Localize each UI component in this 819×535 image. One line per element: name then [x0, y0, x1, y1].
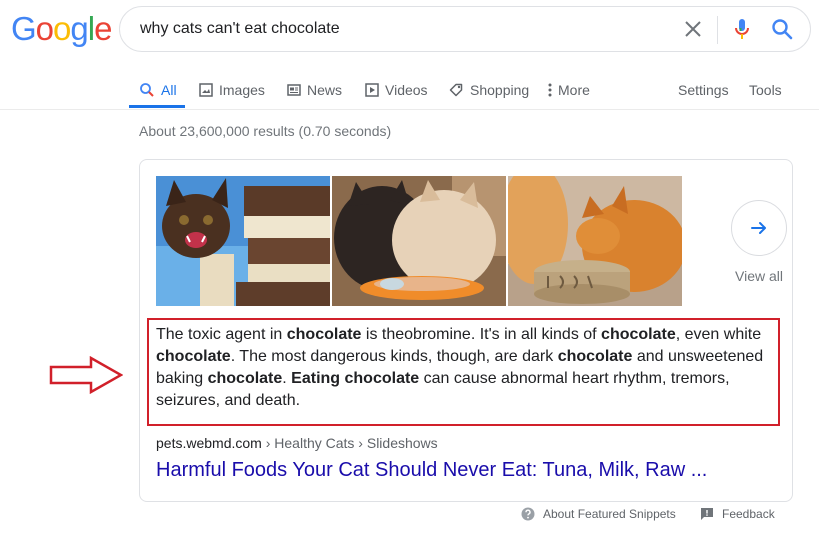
tab-label: Images: [219, 81, 265, 98]
tab-shopping[interactable]: Shopping: [449, 70, 529, 109]
tab-news[interactable]: News: [287, 70, 342, 109]
feedback-link[interactable]: Feedback: [700, 507, 775, 521]
tab-videos[interactable]: Videos: [365, 70, 428, 109]
logo-letter: o: [35, 10, 54, 47]
tools-link[interactable]: Tools: [749, 70, 782, 109]
snippet-text: The toxic agent in chocolate is theobrom…: [156, 324, 776, 412]
result-title-link[interactable]: Harmful Foods Your Cat Should Never Eat:…: [156, 457, 707, 483]
logo-letter: g: [70, 10, 88, 47]
view-all-button[interactable]: [731, 200, 787, 256]
search-icon: [140, 82, 154, 97]
snippet-segment: .: [282, 370, 292, 387]
search-divider: [717, 16, 718, 44]
snippet-keyword: chocolate: [601, 326, 676, 343]
snippet-segment: . The most dangerous kinds, though, are …: [230, 348, 558, 365]
tab-label: Videos: [385, 81, 428, 98]
snippet-segment: is theobromine. It's in all kinds of: [361, 326, 602, 343]
tab-label: News: [307, 81, 343, 98]
result-breadcrumb: › Healthy Cats › Slideshows: [261, 435, 438, 451]
clear-button[interactable]: [681, 17, 705, 41]
snippet-segment: , even white: [675, 326, 762, 343]
microphone-icon: [735, 19, 749, 39]
snippet-keyword: chocolate: [207, 370, 283, 387]
result-citation[interactable]: pets.webmd.com › Healthy Cats › Slidesho…: [156, 435, 438, 451]
snippet-image[interactable]: [156, 176, 330, 306]
annotation-arrow-icon: [49, 356, 123, 394]
close-icon: [685, 21, 701, 37]
tag-icon: [449, 83, 463, 97]
snippet-keyword: chocolate: [156, 348, 231, 365]
help-icon: [521, 507, 535, 521]
logo-letter: o: [53, 10, 71, 47]
snippet-keyword: chocolate: [286, 326, 362, 343]
tab-label: Shopping: [470, 81, 530, 98]
logo-letter: e: [94, 10, 112, 47]
snippet-keyword: Eating chocolate: [291, 370, 420, 387]
tab-images[interactable]: Images: [199, 70, 265, 109]
snippet-segment: The toxic agent in: [156, 326, 287, 343]
search-tabs: All Images News Videos Shopping More Set…: [0, 70, 819, 110]
search-button[interactable]: [770, 17, 794, 41]
search-icon: [772, 19, 793, 40]
news-icon: [287, 83, 301, 96]
logo-letter: G: [11, 10, 37, 47]
tab-label: More: [558, 81, 590, 98]
result-stats: About 23,600,000 results (0.70 seconds): [139, 123, 392, 139]
feedback-label: Feedback: [722, 507, 775, 521]
snippet-image[interactable]: [332, 176, 506, 306]
tab-all[interactable]: All: [139, 70, 177, 109]
feedback-icon: [701, 508, 713, 520]
more-vert-icon: [548, 83, 552, 96]
view-all-label[interactable]: View all: [735, 268, 783, 284]
about-featured-snippets-link[interactable]: About Featured Snippets: [521, 507, 676, 521]
play-icon: [365, 82, 379, 97]
voice-search-button[interactable]: [730, 17, 754, 41]
search-input[interactable]: why cats can't eat chocolate: [140, 7, 340, 51]
search-box[interactable]: why cats can't eat chocolate: [119, 6, 811, 52]
active-tab-indicator: [129, 105, 185, 108]
about-snippets-label: About Featured Snippets: [543, 507, 676, 521]
snippet-image[interactable]: [508, 176, 682, 306]
snippet-keyword: chocolate: [557, 348, 633, 365]
tab-more[interactable]: More: [548, 70, 590, 109]
google-logo[interactable]: G o o g l e: [11, 10, 112, 47]
tab-label: All: [161, 81, 177, 98]
image-icon: [199, 82, 213, 97]
result-domain: pets.webmd.com: [156, 435, 262, 451]
settings-link[interactable]: Settings: [678, 70, 729, 109]
arrow-right-icon: [751, 222, 766, 234]
